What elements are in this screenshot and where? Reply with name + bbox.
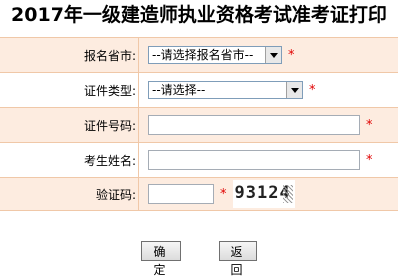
province-select-value: --请选择报名省市-- <box>152 48 254 62</box>
captcha-noise <box>282 185 293 203</box>
chevron-down-icon[interactable] <box>286 82 302 98</box>
required-mark: * <box>288 47 295 63</box>
id-type-select-value: --请选择-- <box>152 83 206 97</box>
captcha-image[interactable]: 93124 <box>232 180 295 208</box>
required-mark: * <box>220 186 227 202</box>
page-title: 2017年一级建造师执业资格考试准考证打印 <box>11 4 387 26</box>
province-select[interactable]: --请选择报名省市-- <box>148 46 282 64</box>
id-number-label: 证件号码: <box>0 107 139 143</box>
chevron-down-icon[interactable] <box>265 47 281 63</box>
name-label: 考生姓名: <box>0 142 139 178</box>
required-mark: * <box>309 82 316 98</box>
confirm-button[interactable]: 确定 <box>141 241 181 277</box>
form-row-id-number: 证件号码: * <box>0 107 398 143</box>
form-row-captcha: 验证码: * 93124 <box>0 177 398 211</box>
id-number-input[interactable] <box>148 115 360 135</box>
captcha-label: 验证码: <box>0 177 139 211</box>
captcha-input[interactable] <box>148 184 214 204</box>
exam-admission-form: 报名省市: --请选择报名省市-- * 证件类型: --请选择-- * 证件号码… <box>0 37 398 211</box>
form-row-province: 报名省市: --请选择报名省市-- * <box>0 37 398 73</box>
back-button[interactable]: 返回 <box>219 241 257 277</box>
required-mark: * <box>366 117 373 133</box>
id-type-label: 证件类型: <box>0 72 139 108</box>
province-label: 报名省市: <box>0 37 139 73</box>
required-mark: * <box>366 152 373 168</box>
id-type-select[interactable]: --请选择-- <box>148 81 303 99</box>
form-row-id-type: 证件类型: --请选择-- * <box>0 72 398 108</box>
name-input[interactable] <box>148 150 360 170</box>
form-row-name: 考生姓名: * <box>0 142 398 178</box>
